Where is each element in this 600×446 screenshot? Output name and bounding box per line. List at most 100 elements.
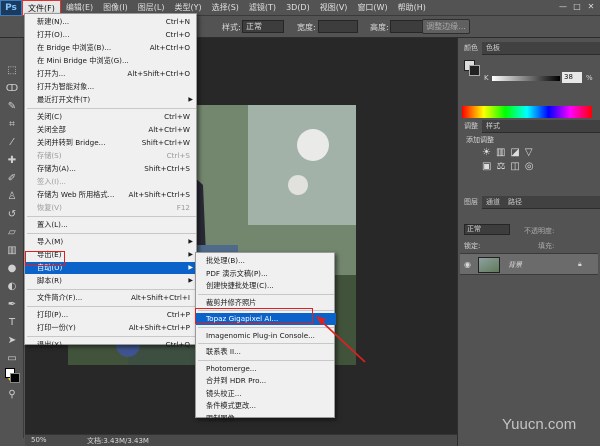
file-menu-item[interactable]: 关闭全部 Alt+Ctrl+W [25,124,198,136]
menu-separator [198,293,334,295]
tab-styles[interactable]: 样式 [482,120,504,133]
layer-thumbnail [478,257,500,273]
window-controls: — □ ✕ [558,2,596,12]
menu-select[interactable]: 选择(S) [207,0,244,16]
automate-submenu-item[interactable]: 合并到 HDR Pro... [196,375,336,387]
file-menu-item: 签入(I)... [25,176,198,188]
refine-edge-button[interactable]: 调整边缘... [422,19,470,34]
quick-select-tool-icon[interactable]: ✎ [4,100,20,114]
tab-paths[interactable]: 路径 [504,196,526,209]
automate-submenu-item-label: 限制图像... [206,413,242,423]
blur-tool-icon[interactable]: ● [4,262,20,276]
automate-submenu-item[interactable]: PDF 演示文稿(P)... [196,268,336,280]
background-color-swatch[interactable] [10,373,20,383]
blend-mode-select[interactable]: 正常 [464,224,510,235]
file-menu-item-label: 在 Mini Bridge 中浏览(G)... [37,56,129,65]
file-menu-item[interactable]: 存储为 Web 所用格式... Alt+Shift+Ctrl+S [25,189,198,201]
menu-window[interactable]: 窗口(W) [352,0,392,16]
menu-separator [27,108,196,109]
zoom-tool-icon[interactable]: ⚲ [4,388,20,402]
file-menu-item-label: 打开为... [37,69,66,78]
file-menu-item[interactable]: 打印(P)... Ctrl+P [25,309,198,321]
submenu-arrow-icon: ▶ [188,277,193,284]
opacity-label: 不透明度: [524,227,555,235]
close-button[interactable]: ✕ [586,2,596,12]
automate-submenu-item-label: 创建快捷批处理(C)... [206,281,274,290]
menu-filter[interactable]: 滤镜(T) [244,0,281,16]
automate-submenu-item[interactable]: 条件模式更改... [196,400,336,412]
brush-tool-icon[interactable]: ✐ [4,172,20,186]
automate-submenu-item[interactable]: 创建快捷批处理(C)... [196,280,336,292]
automate-submenu-item[interactable]: 限制图像... [196,413,336,425]
eyedropper-tool-icon[interactable]: ⁄ [4,136,20,150]
bg-color-box[interactable] [469,65,480,76]
layers-panel-tabs: 图层 通道 路径 [460,196,600,209]
file-menu-item-shortcut: Alt+Shift+Ctrl+P [128,323,190,332]
file-menu-item-label: 在 Bridge 中浏览(B)... [37,43,112,52]
file-menu-item[interactable]: 置入(L)... [25,219,198,231]
style-select[interactable]: 正常 [242,20,284,33]
stamp-tool-icon[interactable]: ♙ [4,190,20,204]
color-spectrum[interactable] [462,106,592,118]
menu-help[interactable]: 帮助(H) [393,0,431,16]
tab-layers[interactable]: 图层 [460,196,482,209]
tab-adjustments[interactable]: 调整 [460,120,482,133]
file-menu-item-shortcut: Ctrl+N [165,17,190,26]
zoom-level[interactable]: 50% [31,436,47,444]
file-menu-item[interactable]: 导入(M) ▶ [25,236,198,248]
style-label: 样式: [222,23,241,32]
file-menu-item[interactable]: 脚本(R) ▶ [25,275,198,287]
k-value-field[interactable]: 38 [562,72,582,83]
file-menu-item-shortcut: Alt+Shift+Ctrl+I [130,293,190,302]
file-menu-item-shortcut: Alt+Shift+Ctrl+S [128,190,191,199]
layer-row-background[interactable]: ◉ 背景 🔒︎ [460,253,598,275]
k-slider[interactable] [492,76,560,81]
file-menu-item[interactable]: 打开为... Alt+Shift+Ctrl+O [25,68,198,80]
file-menu-item[interactable]: 打开(O)... Ctrl+O [25,29,198,41]
height-label: 高度: [370,23,389,32]
adjustment-icons[interactable]: ☀▥◪▽ ▣⚖◫◎ [482,146,582,186]
dodge-tool-icon[interactable]: ◐ [4,280,20,294]
tab-color[interactable]: 颜色 [460,42,482,55]
photoshop-logo: Ps [0,0,22,16]
gradient-tool-icon[interactable]: ▥ [4,244,20,258]
minimize-button[interactable]: — [558,2,568,12]
type-tool-icon[interactable]: T [4,316,20,330]
file-menu-item[interactable]: 新建(N)... Ctrl+N [25,16,198,28]
automate-submenu-item[interactable]: 批处理(B)... [196,255,336,267]
file-menu-item[interactable]: 关闭(C) Ctrl+W [25,111,198,123]
file-menu-item[interactable]: 关闭并转到 Bridge... Shift+Ctrl+W [25,137,198,149]
visibility-eye-icon[interactable]: ◉ [464,260,471,269]
menu-separator [27,306,196,307]
tab-channels[interactable]: 通道 [482,196,504,209]
file-menu-item[interactable]: 在 Bridge 中浏览(B)... Alt+Ctrl+O [25,42,198,54]
tab-swatches[interactable]: 色板 [482,42,504,55]
automate-submenu-item[interactable]: 镜头校正... [196,388,336,400]
file-menu-item[interactable]: 最近打开文件(T) ▶ [25,94,198,106]
healing-tool-icon[interactable]: ✚ [4,154,20,168]
history-brush-tool-icon[interactable]: ↺ [4,208,20,222]
pen-tool-icon[interactable]: ✒ [4,298,20,312]
file-menu-item[interactable]: 退出(X) Ctrl+Q [25,339,198,351]
file-menu-item[interactable]: 打印一份(Y) Alt+Shift+Ctrl+P [25,322,198,334]
menu-separator [27,336,196,337]
lasso-tool-icon[interactable]: ↀ [4,82,20,96]
menu-view[interactable]: 视图(V) [315,0,353,16]
automate-submenu-item-label: 镜头校正... [206,388,242,398]
file-menu-item[interactable]: 在 Mini Bridge 中浏览(G)... [25,55,198,67]
marquee-tool-icon[interactable]: ⬚ [4,64,20,78]
width-field[interactable] [318,20,358,33]
file-menu-item-label: 恢复(V) [37,203,62,212]
file-menu-item[interactable]: 文件简介(F)... Alt+Shift+Ctrl+I [25,292,198,304]
shape-tool-icon[interactable]: ▭ [4,352,20,366]
file-menu-item[interactable]: 存储为(A)... Shift+Ctrl+S [25,163,198,175]
maximize-button[interactable]: □ [572,2,582,12]
automate-submenu-item-label: 批处理(B)... [206,256,245,265]
eraser-tool-icon[interactable]: ▱ [4,226,20,240]
file-menu-item[interactable]: 打开为智能对象... [25,81,198,93]
annotation-arrow-icon [316,316,366,363]
adjustments-panel-tabs: 调整 样式 [460,120,600,133]
path-select-tool-icon[interactable]: ➤ [4,334,20,348]
crop-tool-icon[interactable]: ⌗ [4,118,20,132]
menu-3d[interactable]: 3D(D) [281,0,315,16]
